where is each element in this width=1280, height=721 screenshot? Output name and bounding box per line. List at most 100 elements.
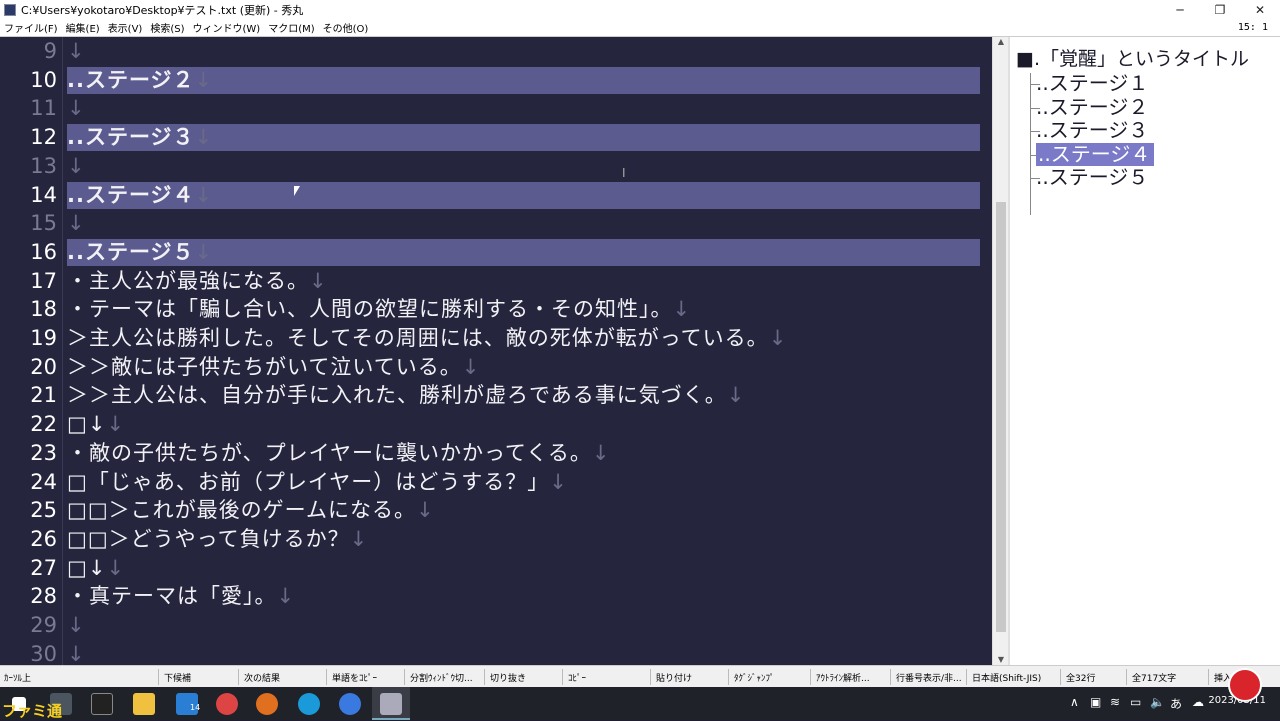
line-number: 29 [30,613,57,637]
heading-line[interactable]: 10 ..ステージ２↓ [0,66,992,95]
battery-icon[interactable]: ▭ [1130,695,1141,709]
eol-mark-icon: ↓ [67,641,86,665]
tray-app-icon[interactable]: ▣ [1090,695,1101,709]
outline-item[interactable]: ..ステージ４ [1036,142,1155,166]
eol-mark-icon: ↓ [194,182,214,207]
text-line[interactable]: 11 ↓ [0,94,992,123]
line-number: 25 [30,498,57,523]
terminal-icon[interactable] [91,693,113,715]
line-text: ＞＞主人公は、自分が手に入れた、勝利が虚ろである事に気づく。↓ [67,381,745,409]
function-key-11[interactable]: 行番号表示/非... [896,671,962,684]
line-content: ..ステージ４ [67,182,195,207]
text-line[interactable]: 21 ＞＞主人公は、自分が手に入れた、勝利が虚ろである事に気づく。↓ [0,381,992,410]
function-key-9[interactable]: ﾀｸﾞｼﾞｬﾝﾌﾟ [734,671,775,684]
line-number: 30 [30,641,57,665]
scroll-down-icon[interactable]: ▼ [993,655,1009,665]
hidemaru-icon[interactable] [380,693,402,715]
volume-icon[interactable]: 🔈 [1150,695,1165,709]
line-number: 23 [30,440,57,465]
text-editor[interactable]: 9 ↓ 10 ..ステージ２↓ 11 ↓ 12 ..ステージ３↓ 13 ↓ 14 ..ステージ４↓ 15… [0,37,992,665]
text-line[interactable]: 20 ＞＞敵には子供たちがいて泣いている。↓ [0,353,992,382]
heading-line[interactable]: 14 ..ステージ４↓ [0,181,992,210]
outline-item[interactable]: ..ステージ５ [1036,166,1148,189]
function-key-separator [1208,669,1209,685]
function-key-14[interactable]: 全717文字 [1132,671,1176,684]
outline-item[interactable]: ..ステージ１ [1036,72,1148,95]
line-content: ・主人公が最強になる。 [67,268,309,293]
function-key-5[interactable]: 分割ｳｨﾝﾄﾞｳ切... [410,671,473,684]
line-content: ＞＞敵には子供たちがいて泣いている。 [67,354,462,379]
menu-view[interactable]: 表示(V) [104,20,147,35]
function-key-separator [890,669,891,685]
line-text: ↓ [67,640,86,665]
line-number: 18 [30,297,57,322]
heading-line[interactable]: 12 ..ステージ３↓ [0,123,992,152]
wifi-icon[interactable]: ≋ [1110,695,1120,709]
menu-other[interactable]: その他(O) [319,20,373,35]
eol-mark-icon: ↓ [591,440,611,465]
scroll-up-icon[interactable]: ▲ [993,37,1009,47]
function-key-7[interactable]: ｺﾋﾟｰ [568,671,586,684]
function-key-separator [1060,669,1061,685]
menu-window[interactable]: ウィンドウ(W) [189,20,265,35]
function-key-12[interactable]: 日本語(Shift-JIS) [972,671,1041,684]
line-text: ↓ [67,37,86,65]
eol-mark-icon: ↓ [67,96,86,121]
text-line[interactable]: 19 ＞主人公は勝利した。そしてその周囲には、敵の死体が転がっている。↓ [0,324,992,353]
text-line[interactable]: 17 ・主人公が最強になる。↓ [0,267,992,296]
function-key-8[interactable]: 貼り付け [656,671,692,684]
function-key-2[interactable]: 下候補 [164,671,191,684]
line-content: ・真テーマは「愛」。 [67,584,277,609]
text-line[interactable]: 30 ↓ [0,640,992,665]
file-explorer-icon[interactable] [133,693,155,715]
onedrive-icon[interactable]: ☁ [1192,695,1204,709]
text-line[interactable]: 27 □↓↓ [0,554,992,583]
line-content: □「じゃあ、お前（プレイヤー）はどうする？」 [67,469,550,494]
chrome-icon[interactable] [216,693,238,715]
function-key-13[interactable]: 全32行 [1066,671,1095,684]
window-title: C:¥Users¥yokotaro¥Desktop¥テスト.txt (更新) -… [21,3,304,17]
text-line[interactable]: 29 ↓ [0,611,992,640]
vertical-scrollbar[interactable]: ▲ ▼ [992,37,1008,665]
function-key-4[interactable]: 単語をｺﾋﾟｰ [332,671,377,684]
outline-item[interactable]: ..ステージ２ [1036,95,1148,119]
text-line[interactable]: 22 □↓↓ [0,410,992,439]
function-key-1[interactable]: ｶｰｿﾙ上 [4,671,31,684]
menu-search[interactable]: 検索(S) [146,20,188,35]
text-line[interactable]: 18 ・テーマは「騙し合い、人間の欲望に勝利する・その知性」。↓ [0,295,992,324]
line-text: ..ステージ４↓ [67,181,213,209]
scroll-thumb[interactable] [996,202,1006,632]
outline-root[interactable]: ■.「覚醒」というタイトル [1016,48,1249,71]
outline-item[interactable]: ..ステージ３ [1036,119,1148,142]
text-line[interactable]: 13 ↓ [0,152,992,181]
function-key-6[interactable]: 切り抜き [490,671,526,684]
text-line[interactable]: 26 □□＞どうやって負けるか？↓ [0,525,992,554]
line-number: 28 [30,584,57,609]
text-line[interactable]: 25 □□＞これが最後のゲームになる。↓ [0,496,992,525]
close-button[interactable]: ✕ [1240,0,1280,19]
text-line[interactable]: 9 ↓ [0,37,992,66]
menu-file[interactable]: ファイル(F) [0,20,62,35]
text-line[interactable]: 24 □「じゃあ、お前（プレイヤー）はどうする？」↓ [0,468,992,497]
line-text: ＞主人公は勝利した。そしてその周囲には、敵の死体が転がっている。↓ [67,324,787,352]
restore-button[interactable]: ❐ [1200,0,1240,19]
minimize-button[interactable]: ─ [1160,0,1200,19]
menu-macro[interactable]: マクロ(M) [264,20,318,35]
text-line[interactable]: 23 ・敵の子供たちが、プレイヤーに襲いかかってくる。↓ [0,439,992,468]
heading-line[interactable]: 16 ..ステージ５↓ [0,238,992,267]
ime-mode[interactable]: あ [1170,695,1182,712]
line-text: ↓ [67,611,86,639]
tray-overflow-icon[interactable]: ∧ [1070,695,1079,709]
line-text: ＞＞敵には子供たちがいて泣いている。↓ [67,353,480,381]
line-text: ↓ [67,209,86,237]
function-key-3[interactable]: 次の結果 [244,671,280,684]
line-text: ..ステージ５↓ [67,238,213,266]
edge-icon[interactable] [298,693,320,715]
firefox-icon[interactable] [256,693,278,715]
eol-mark-icon: ↓ [67,153,86,178]
menu-edit[interactable]: 編集(E) [62,20,104,35]
text-line[interactable]: 15 ↓ [0,209,992,238]
ie-icon[interactable] [339,693,361,715]
text-line[interactable]: 28 ・真テーマは「愛」。↓ [0,582,992,611]
function-key-10[interactable]: ｱｳﾄﾗｲﾝ解析... [816,671,870,684]
